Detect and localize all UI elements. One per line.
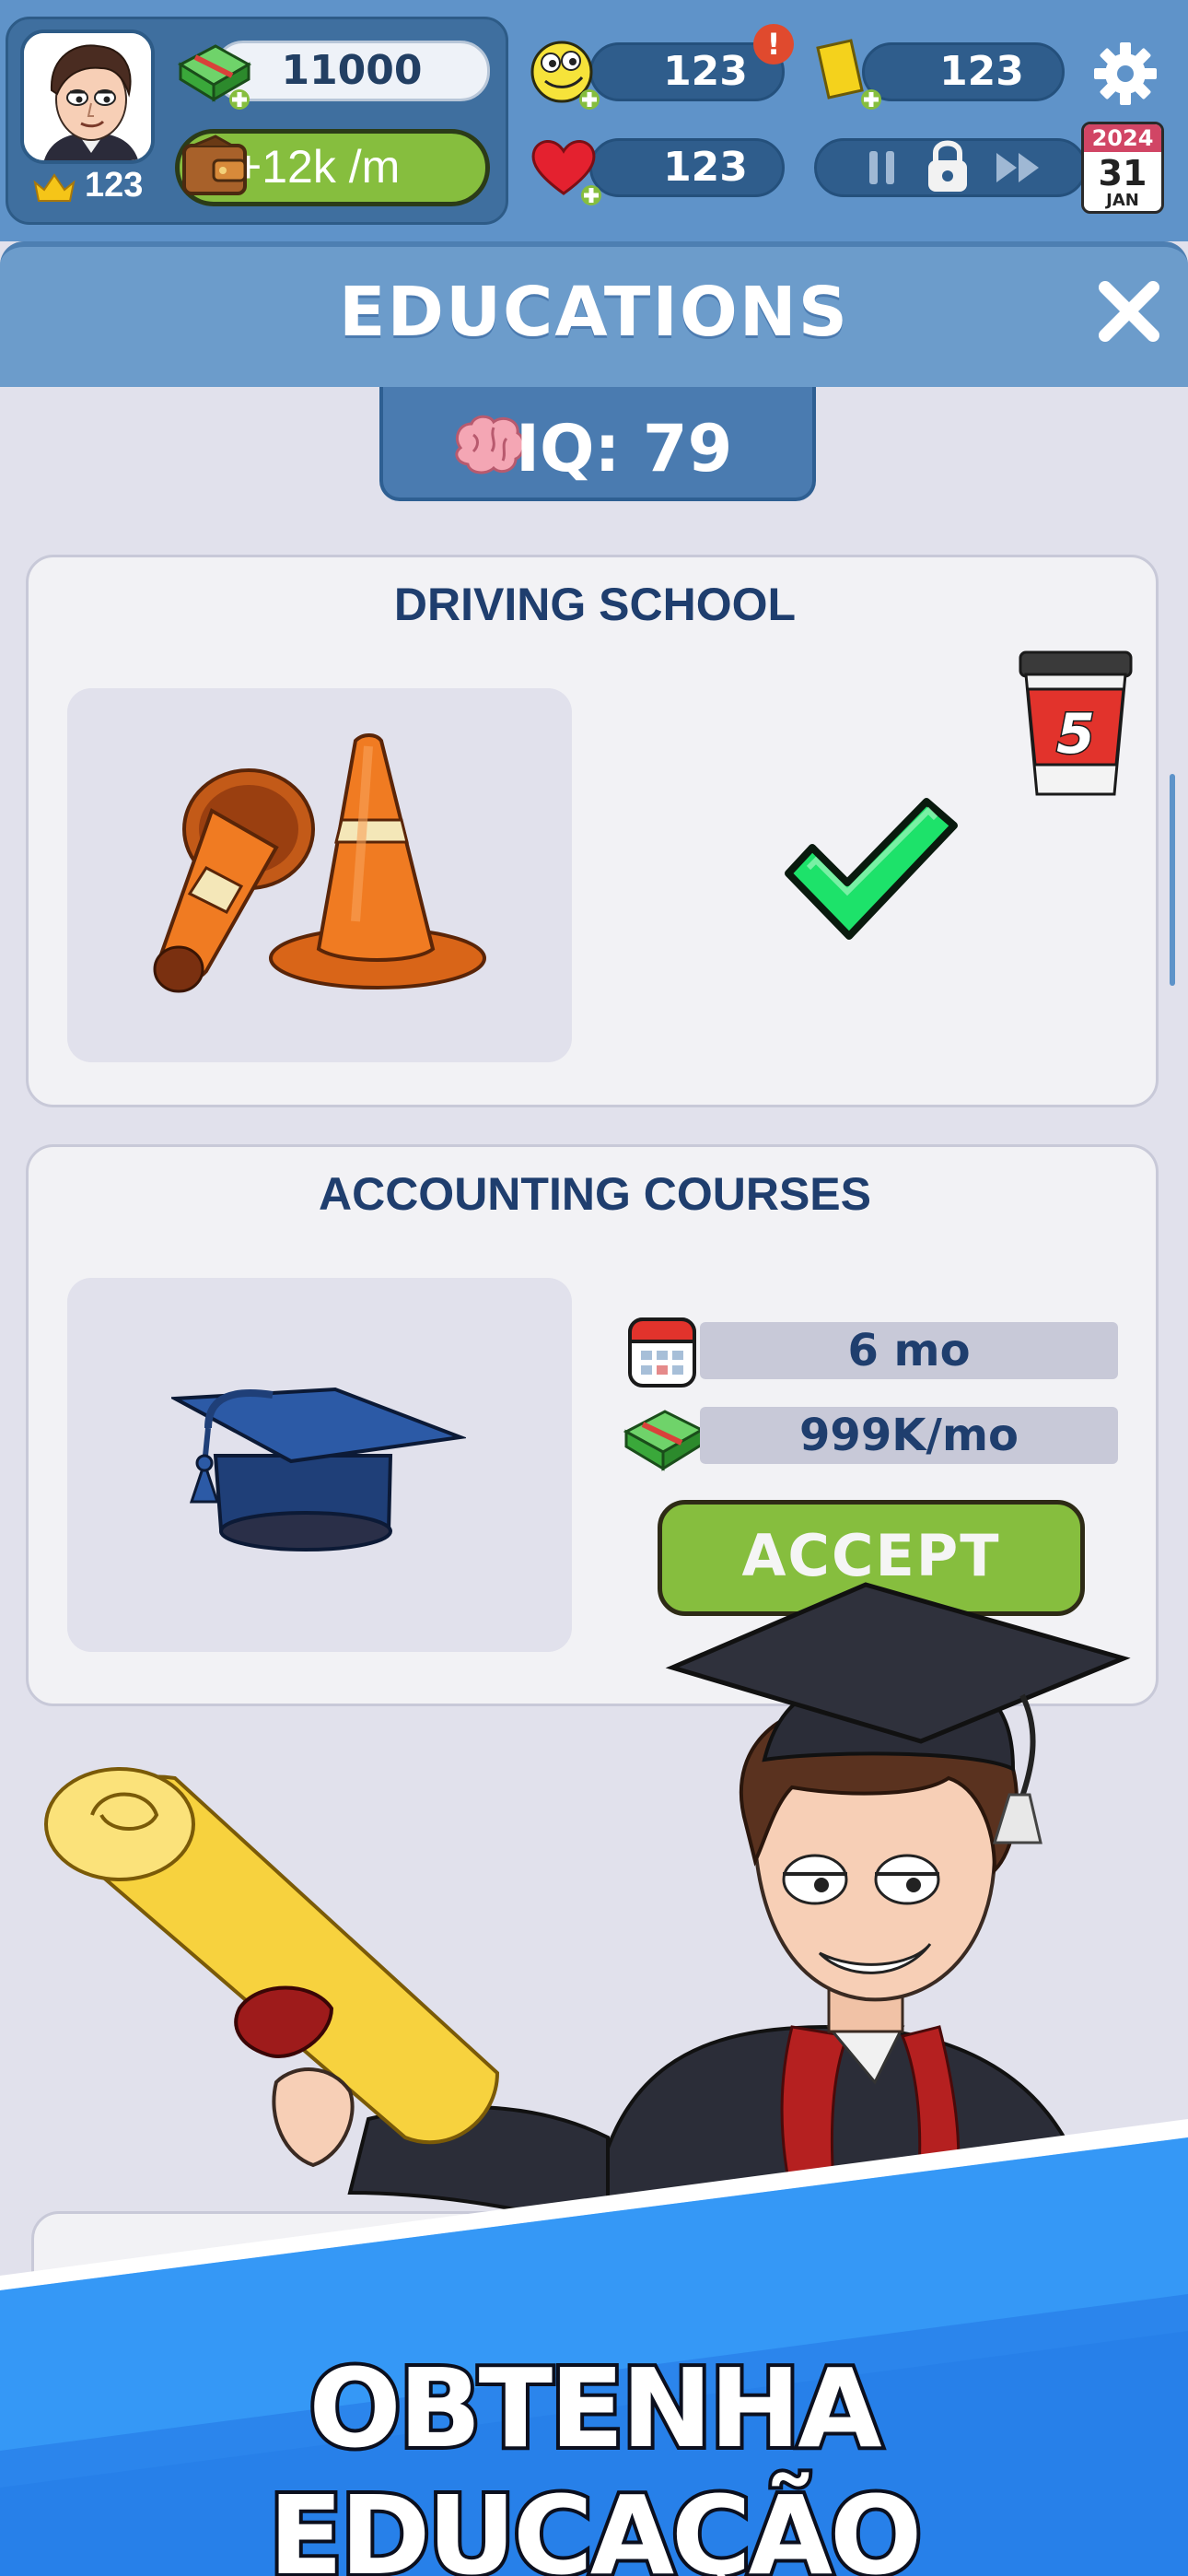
scrollbar[interactable]	[1170, 774, 1175, 986]
calendar-icon[interactable]: 2024 31 JAN	[1081, 122, 1164, 214]
traffic-cones-illustration	[138, 728, 497, 1004]
heart-icon[interactable]	[527, 129, 604, 206]
ticket-icon[interactable]	[805, 33, 888, 116]
alert-badge[interactable]: !	[753, 24, 794, 64]
iq-value: IQ: 79	[516, 411, 733, 486]
crown-icon	[31, 170, 77, 206]
course-title: ACCOUNTING COURSES	[318, 1168, 872, 1220]
close-icon[interactable]	[1092, 275, 1166, 348]
course-cost: 999K/mo	[700, 1407, 1118, 1464]
brain-face-icon[interactable]	[525, 33, 606, 114]
mortarboard-illustration	[168, 1373, 468, 1557]
banner-headline: OBTENHA EDUCAÇÃO	[265, 2341, 926, 2576]
page-title: EDUCATIONS	[338, 273, 850, 352]
player-avatar[interactable]	[20, 29, 155, 164]
cash-cost-icon	[623, 1399, 705, 1474]
lock-icon	[921, 135, 974, 197]
completed-check-icon	[781, 794, 961, 945]
cash-display[interactable]: 11000	[214, 41, 490, 101]
tickets-display[interactable]: 123	[862, 42, 1065, 101]
coffee-count: 5	[1055, 701, 1097, 768]
course-title: DRIVING SCHOOL	[393, 579, 797, 630]
health-display[interactable]: 123	[589, 138, 785, 197]
course-duration: 6 mo	[700, 1322, 1118, 1379]
gear-icon[interactable]	[1089, 37, 1162, 111]
player-level: 123	[85, 166, 144, 205]
pause-icon[interactable]	[858, 144, 906, 192]
calendar-duration-icon	[626, 1314, 698, 1389]
wallet-icon	[177, 129, 254, 206]
fast-forward-icon[interactable]	[989, 144, 1048, 192]
calendar-day: 31	[1098, 153, 1147, 193]
calendar-year: 2024	[1084, 124, 1161, 152]
calendar-month: JAN	[1106, 191, 1139, 210]
cash-icon[interactable]	[175, 33, 254, 112]
